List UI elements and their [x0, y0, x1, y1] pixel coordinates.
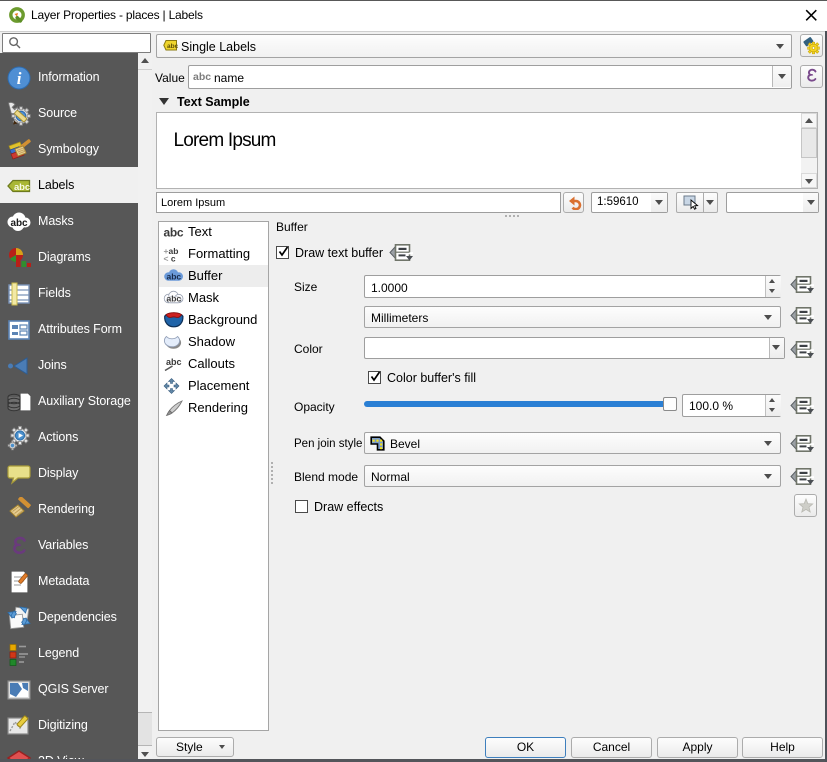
svg-text:abc: abc [166, 294, 181, 304]
svg-text:i: i [17, 69, 22, 88]
svg-text:< c: < c [164, 254, 176, 263]
svg-text:abc: abc [11, 218, 28, 229]
svg-text:abc: abc [166, 357, 182, 367]
svg-text:abc: abc [166, 272, 181, 282]
svg-text:abc: abc [14, 182, 30, 193]
svg-text:abc: abc [167, 43, 178, 50]
svg-text:abc: abc [164, 226, 184, 240]
